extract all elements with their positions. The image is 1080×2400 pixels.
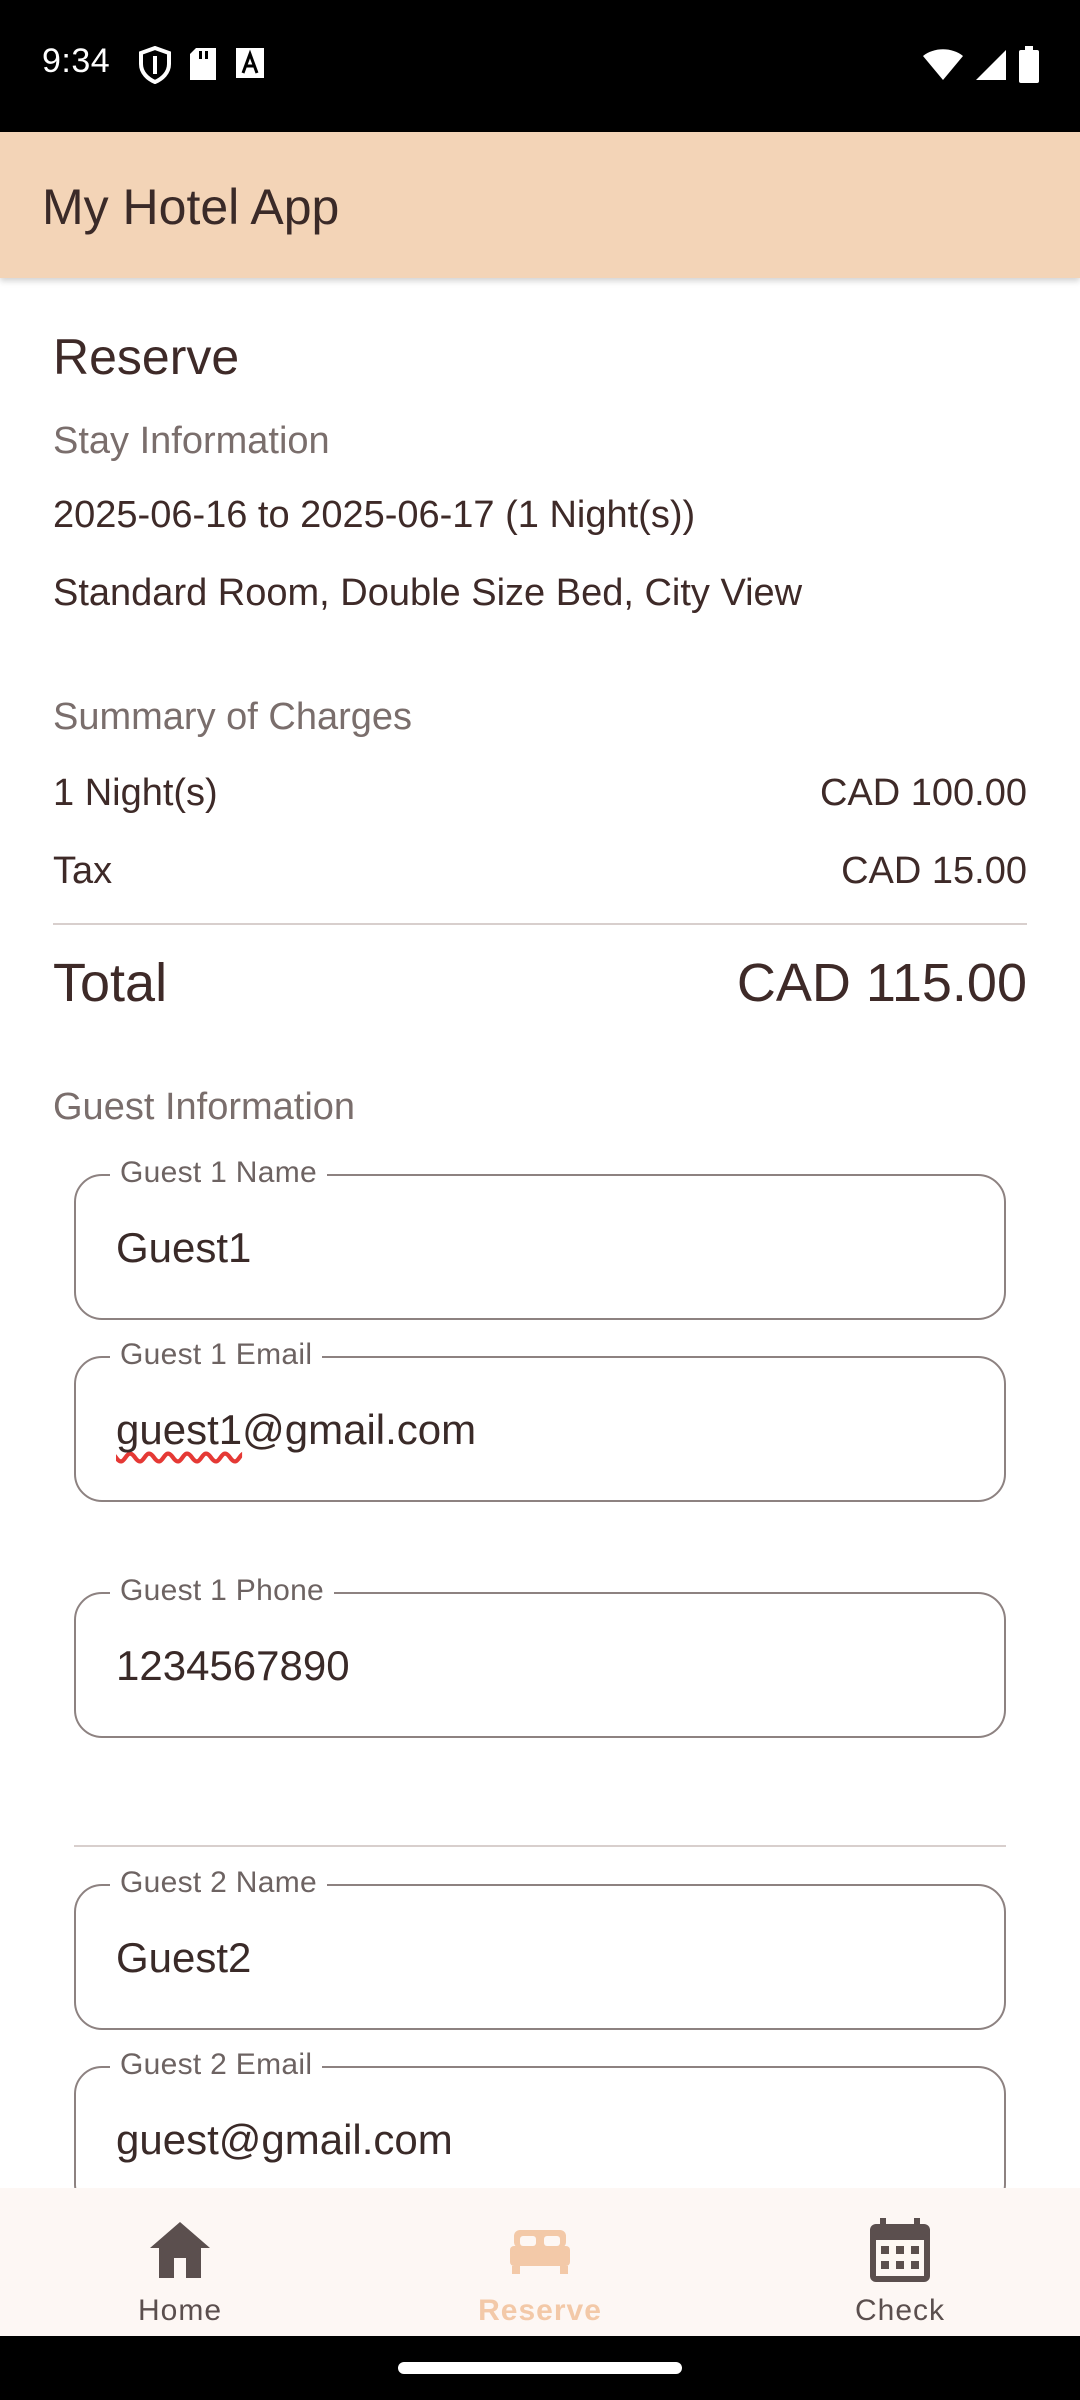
- a-box-icon: [236, 48, 264, 78]
- guest-divider: [74, 1845, 1006, 1847]
- field-value-rest: @gmail.com: [242, 1406, 477, 1453]
- shield-icon: [139, 46, 171, 84]
- nav-item-home[interactable]: Home: [0, 2188, 360, 2336]
- status-time: 9:34: [42, 42, 111, 80]
- calendar-icon: [870, 2218, 930, 2282]
- field-value: guest1@gmail.com: [116, 1406, 476, 1454]
- guest-1-email-field[interactable]: Guest 1 Email guest1@gmail.com: [74, 1338, 1006, 1502]
- room-description: Standard Room, Double Size Bed, City Vie…: [53, 572, 803, 614]
- nav-item-reserve[interactable]: Reserve: [360, 2188, 720, 2336]
- nav-label: Home: [137, 2294, 223, 2327]
- field-label: Guest 1 Name: [110, 1156, 328, 1190]
- charge-amount: CAD 100.00: [819, 772, 1027, 814]
- total-row: Total CAD 115.00: [53, 952, 1027, 1014]
- wifi-icon: [923, 49, 963, 80]
- bed-icon: [510, 2230, 570, 2274]
- field-value: Guest2: [116, 1934, 252, 1981]
- field-value: guest@gmail.com: [116, 2116, 453, 2163]
- guest-1-phone-field[interactable]: Guest 1 Phone 1234567890: [74, 1574, 1006, 1738]
- nav-label: Reserve: [478, 2294, 602, 2327]
- field-label: Guest 1 Phone: [110, 1574, 335, 1608]
- charge-amount: CAD 15.00: [841, 850, 1027, 892]
- guest-2-name-field[interactable]: Guest 2 Name Guest2: [74, 1866, 1006, 2030]
- misspelled-word: guest1: [116, 1406, 243, 1453]
- page-title: Reserve: [53, 329, 240, 385]
- status-bar: 9:34: [0, 0, 1080, 132]
- guest-1-name-field[interactable]: Guest 1 Name Guest1: [74, 1156, 1006, 1320]
- stay-information-heading: Stay Information: [53, 420, 330, 462]
- home-icon: [150, 2222, 210, 2278]
- field-label: Guest 1 Email: [110, 1338, 323, 1372]
- battery-icon: [1019, 46, 1039, 83]
- signal-icon: [976, 50, 1006, 80]
- field-label: Guest 2 Name: [110, 1866, 328, 1900]
- bottom-navigation: Home Reserve Check: [0, 2188, 1080, 2336]
- total-amount: CAD 115.00: [736, 953, 1027, 1013]
- app-title: My Hotel App: [42, 179, 340, 235]
- gesture-bar: [0, 2336, 1080, 2400]
- app-bar: My Hotel App: [0, 132, 1080, 278]
- field-value: Guest1: [116, 1224, 252, 1271]
- charges-divider: [53, 923, 1027, 925]
- charge-row-nights: 1 Night(s) CAD 100.00: [53, 772, 1027, 815]
- nav-item-check[interactable]: Check: [720, 2188, 1080, 2336]
- charge-label: 1 Night(s): [53, 772, 218, 814]
- guest-information-heading: Guest Information: [53, 1086, 356, 1128]
- guest-2-email-field[interactable]: Guest 2 Email guest@gmail.com: [74, 2048, 1006, 2188]
- stay-dates: 2025-06-16 to 2025-06-17 (1 Night(s)): [53, 494, 696, 536]
- total-label: Total: [53, 953, 168, 1013]
- reserve-content[interactable]: Reserve Stay Information 2025-06-16 to 2…: [0, 278, 1080, 2188]
- charge-label: Tax: [53, 850, 113, 892]
- sd-card-icon: [190, 48, 216, 80]
- nav-label: Check: [854, 2294, 946, 2327]
- field-value: 1234567890: [116, 1642, 350, 1689]
- home-gesture-handle[interactable]: [398, 2362, 682, 2374]
- summary-of-charges-heading: Summary of Charges: [53, 696, 413, 738]
- field-label: Guest 2 Email: [110, 2048, 323, 2082]
- charge-row-tax: Tax CAD 15.00: [53, 850, 1027, 893]
